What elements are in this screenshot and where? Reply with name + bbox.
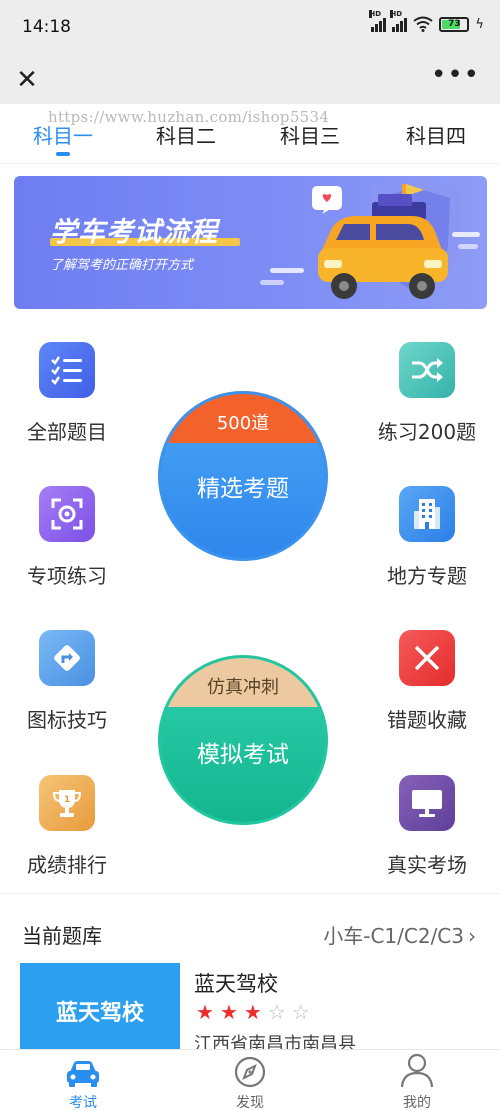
banner-subtitle: 了解驾考的正确打开方式 xyxy=(50,258,194,273)
mock-exam-button[interactable]: 仿真冲刺 模拟考试 xyxy=(158,655,328,825)
car-illustration xyxy=(260,176,480,301)
nav-me[interactable]: 我的 xyxy=(357,1050,477,1111)
checklist-icon xyxy=(39,342,95,398)
selected-questions-label: 精选考题 xyxy=(197,476,289,502)
special-practice-button[interactable]: 专项练习 xyxy=(7,486,127,589)
building-icon xyxy=(399,486,455,542)
nav-discover-label: 发现 xyxy=(236,1095,264,1111)
more-icon[interactable]: ••• xyxy=(431,60,480,90)
close-cross-icon xyxy=(399,630,455,686)
user-icon xyxy=(357,1050,477,1088)
school-rating: ★ ★ ★ ☆ ☆ xyxy=(196,1000,310,1024)
all-questions-label: 全部题目 xyxy=(27,420,107,444)
section-divider xyxy=(0,893,500,894)
road-sign-icon xyxy=(39,630,95,686)
ranking-button[interactable]: 1 成绩排行 xyxy=(7,775,127,878)
tab-subject-4[interactable]: 科目四 xyxy=(406,120,466,149)
star-outline-icon: ☆ xyxy=(267,1000,286,1024)
mock-exam-cap: 仿真冲刺 xyxy=(158,655,328,707)
star-icon: ★ xyxy=(219,1000,238,1024)
special-practice-label: 专项练习 xyxy=(27,564,107,588)
question-bank-selector[interactable]: 小车-C1/C2/C3 › xyxy=(323,920,476,949)
school-name[interactable]: 蓝天驾校 xyxy=(194,968,278,998)
bottom-nav: 考试 发现 我的 xyxy=(0,1049,500,1111)
svg-text:1: 1 xyxy=(64,795,70,805)
sign-tips-label: 图标技巧 xyxy=(27,708,107,732)
chevron-right-icon: › xyxy=(468,924,476,948)
star-icon: ★ xyxy=(196,1000,214,1024)
wifi-icon xyxy=(413,16,434,32)
local-topics-label: 地方专题 xyxy=(387,564,467,588)
nav-exam-label: 考试 xyxy=(69,1095,97,1111)
signal-icon: HD xyxy=(369,10,387,32)
shuffle-icon xyxy=(399,342,455,398)
status-time: 14:18 xyxy=(22,17,71,37)
car-icon xyxy=(23,1050,143,1088)
nav-discover[interactable]: 发现 xyxy=(190,1050,310,1111)
battery-icon: 73 xyxy=(439,16,470,32)
trophy-icon: 1 xyxy=(39,775,95,831)
status-icons: HD HD 73 ϟ xyxy=(369,10,484,32)
tab-indicator xyxy=(56,152,70,156)
banner-title: 学车考试流程 xyxy=(50,217,218,248)
all-questions-button[interactable]: 全部题目 xyxy=(7,342,127,445)
sign-tips-button[interactable]: 图标技巧 xyxy=(7,630,127,733)
signal-icon-2: HD xyxy=(390,10,408,32)
exam-process-banner[interactable]: 学车考试流程 了解驾考的正确打开方式 xyxy=(14,176,487,309)
nav-bar: ✕ ••• xyxy=(0,56,500,104)
focus-target-icon xyxy=(39,486,95,542)
status-bar: 14:18 HD HD 73 ϟ xyxy=(0,0,500,56)
nav-exam[interactable]: 考试 xyxy=(23,1050,143,1111)
question-count-badge: 500道 xyxy=(158,391,328,443)
battery-level: 73 xyxy=(448,19,461,29)
practice-200-label: 练习200题 xyxy=(377,420,477,444)
question-bank-title: 当前题库 xyxy=(22,924,102,948)
monitor-icon xyxy=(399,775,455,831)
ranking-label: 成绩排行 xyxy=(27,853,107,877)
practice-200-button[interactable]: 练习200题 xyxy=(367,342,487,445)
close-icon[interactable]: ✕ xyxy=(14,64,40,96)
mistakes-label: 错题收藏 xyxy=(387,708,467,732)
charging-icon: ϟ xyxy=(475,16,484,32)
compass-icon xyxy=(190,1050,310,1088)
real-exam-button[interactable]: 真实考场 xyxy=(367,775,487,878)
school-logo[interactable]: 蓝天驾校 xyxy=(20,963,180,1058)
selected-questions-button[interactable]: 500道 精选考题 xyxy=(158,391,328,561)
watermark: https://www.huzhan.com/ishop5534 xyxy=(48,108,330,126)
real-exam-label: 真实考场 xyxy=(387,853,467,877)
mock-exam-label: 模拟考试 xyxy=(197,742,289,768)
mistakes-button[interactable]: 错题收藏 xyxy=(367,630,487,733)
nav-me-label: 我的 xyxy=(403,1095,431,1111)
star-outline-icon: ☆ xyxy=(291,1000,310,1024)
question-bank-value: 小车-C1/C2/C3 xyxy=(323,924,464,948)
local-topics-button[interactable]: 地方专题 xyxy=(367,486,487,589)
star-icon: ★ xyxy=(243,1000,262,1024)
